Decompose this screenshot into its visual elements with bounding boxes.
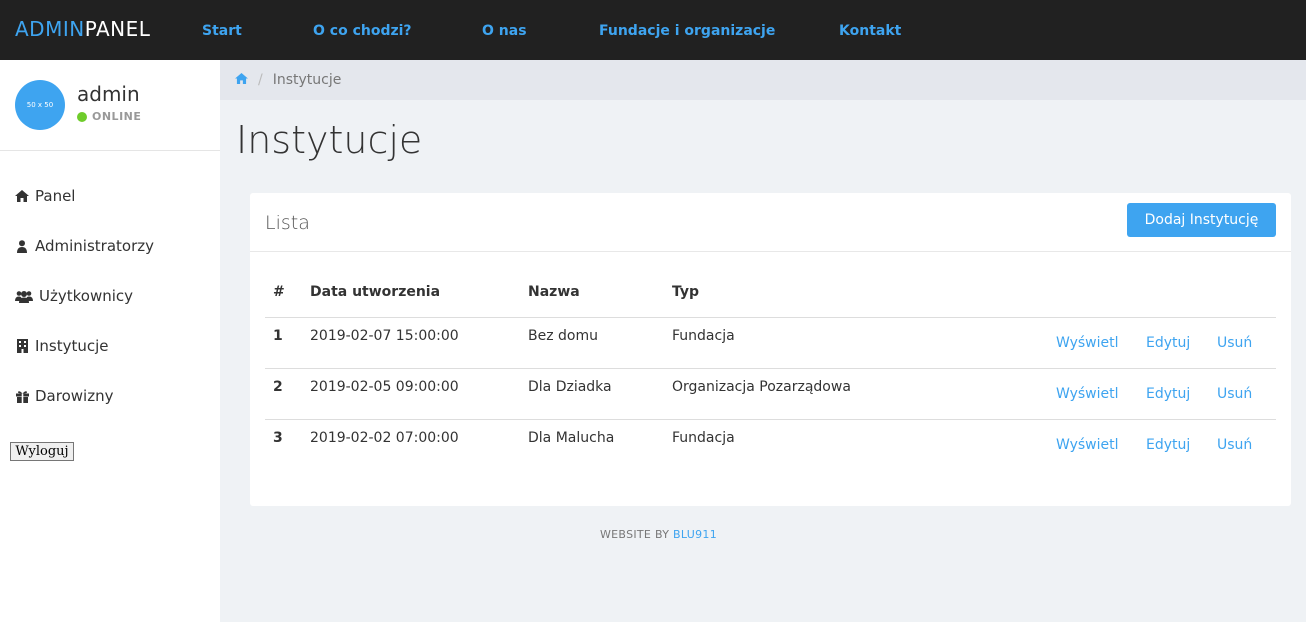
row-number: 1 [273, 328, 283, 344]
sidebar-item-panel[interactable]: Panel [15, 187, 75, 205]
row-type: Organizacja Pozarządowa [672, 379, 851, 395]
sidebar-item-label: Instytucje [35, 337, 109, 355]
row-date: 2019-02-05 09:00:00 [310, 379, 459, 395]
col-header-name: Nazwa [528, 284, 580, 300]
users-icon [15, 289, 33, 303]
add-institution-button[interactable]: Dodaj Instytucję [1127, 203, 1276, 237]
nav-o-nas[interactable]: O nas [482, 23, 527, 39]
nav-kontakt[interactable]: Kontakt [839, 23, 901, 39]
table-header: # Data utworzenia Nazwa Typ [265, 267, 1276, 318]
user-status: ONLINE [77, 110, 141, 123]
row-number: 3 [273, 430, 283, 446]
row-type: Fundacja [672, 328, 735, 344]
building-icon [15, 339, 29, 353]
sidebar-item-administratorzy[interactable]: Administratorzy [15, 237, 154, 255]
online-dot-icon [77, 111, 87, 122]
sidebar-item-darowizny[interactable]: Darowizny [15, 387, 113, 405]
sidebar: 50 x 50 admin ONLINE Panel Administrator… [0, 60, 220, 622]
view-link[interactable]: Wyświetl [1056, 386, 1119, 402]
col-header-date: Data utworzenia [310, 284, 441, 300]
row-type: Fundacja [672, 430, 735, 446]
row-number: 2 [273, 379, 283, 395]
row-date: 2019-02-02 07:00:00 [310, 430, 459, 446]
edit-link[interactable]: Edytuj [1146, 437, 1190, 453]
sidebar-item-label: Użytkownicy [39, 287, 134, 305]
row-name: Dla Dziadka [528, 379, 612, 395]
footer-text: WEBSITE BY [600, 528, 670, 541]
breadcrumb: / Instytucje [220, 60, 1306, 100]
edit-link[interactable]: Edytuj [1146, 386, 1190, 402]
sidebar-item-label: Panel [35, 187, 76, 205]
table-row: 2 2019-02-05 09:00:00 Dla Dziadka Organi… [265, 369, 1276, 420]
row-name: Bez domu [528, 328, 598, 344]
col-header-type: Typ [672, 284, 700, 300]
view-link[interactable]: Wyświetl [1056, 335, 1119, 351]
brand-logo[interactable]: ADMINPANEL [15, 17, 150, 41]
home-icon [15, 189, 29, 203]
edit-link[interactable]: Edytuj [1146, 335, 1190, 351]
row-date: 2019-02-07 15:00:00 [310, 328, 459, 344]
footer-link[interactable]: BLU911 [673, 528, 717, 541]
sidebar-item-instytucje[interactable]: Instytucje [15, 337, 109, 355]
col-header-number: # [273, 284, 285, 300]
nav-o-co-chodzi[interactable]: O co chodzi? [313, 23, 412, 39]
list-card: Lista Dodaj Instytucję # Data utworzenia… [250, 193, 1291, 506]
delete-link[interactable]: Usuń [1217, 437, 1252, 453]
user-name: admin [77, 82, 140, 106]
nav-start[interactable]: Start [202, 23, 242, 39]
brand-part-panel: PANEL [84, 17, 151, 41]
card-header: Lista Dodaj Instytucję [250, 193, 1291, 252]
breadcrumb-current: Instytucje [272, 72, 342, 88]
breadcrumb-separator: / [258, 72, 263, 88]
sidebar-item-label: Administratorzy [35, 237, 155, 255]
sidebar-item-uzytkownicy[interactable]: Użytkownicy [15, 287, 133, 305]
brand-part-admin: ADMIN [15, 17, 85, 41]
delete-link[interactable]: Usuń [1217, 335, 1252, 351]
sidebar-item-label: Darowizny [35, 387, 114, 405]
row-name: Dla Malucha [528, 430, 615, 446]
institutions-table: # Data utworzenia Nazwa Typ 1 2019-02-07… [265, 267, 1276, 471]
table-row: 1 2019-02-07 15:00:00 Bez domu Fundacja … [265, 318, 1276, 369]
user-icon [15, 239, 29, 253]
view-link[interactable]: Wyświetl [1056, 437, 1119, 453]
card-title: Lista [265, 212, 310, 234]
footer: WEBSITE BY BLU911 [600, 528, 717, 541]
status-label: ONLINE [92, 110, 142, 123]
nav-fundacje[interactable]: Fundacje i organizacje [599, 23, 775, 39]
avatar: 50 x 50 [15, 80, 65, 130]
logout-button[interactable]: Wyloguj [10, 442, 74, 461]
user-panel: 50 x 50 admin ONLINE [0, 60, 220, 151]
home-icon[interactable] [235, 72, 248, 88]
table-row: 3 2019-02-02 07:00:00 Dla Malucha Fundac… [265, 420, 1276, 471]
top-navbar: ADMINPANEL Start O co chodzi? O nas Fund… [0, 0, 1306, 60]
gift-icon [15, 389, 29, 403]
page-title: Instytucje [236, 118, 423, 162]
delete-link[interactable]: Usuń [1217, 386, 1252, 402]
